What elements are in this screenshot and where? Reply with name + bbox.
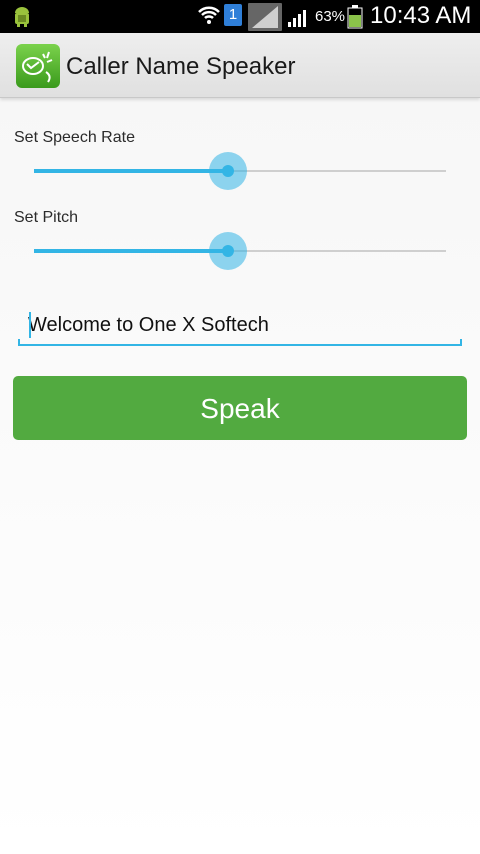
slider-thumb-dot [221,165,234,177]
action-bar: Caller Name Speaker [0,33,480,98]
pitch-label: Set Pitch [14,209,79,226]
slider-thumb-dot [221,245,234,257]
status-clock: 10:43 AM [370,2,472,29]
speech-rate-slider[interactable] [34,150,446,194]
battery-icon [347,5,363,29]
text-cursor [29,312,31,338]
input-underline-tick [460,339,462,346]
speech-text-value: Welcome to One X Softech [28,314,269,336]
sim-badge: 1 [224,4,242,26]
pitch-slider[interactable] [34,230,446,274]
android-debug-icon [15,7,29,27]
battery-percent: 63% [315,8,346,25]
signal-icon [248,3,282,31]
status-bar: 1 63% 10:43 AM [0,0,480,33]
app-logo-icon[interactable] [16,44,60,88]
app-title: Caller Name Speaker [66,53,296,80]
input-underline [18,344,462,346]
signal-icon [288,10,306,27]
slider-fill [34,249,228,253]
speech-text-input[interactable]: Welcome to One X Softech [18,300,462,346]
slider-fill [34,169,228,173]
input-underline-tick [18,339,20,346]
wifi-icon [198,6,220,24]
speech-rate-label: Set Speech Rate [14,129,135,146]
speak-button[interactable]: Speak [13,376,467,440]
